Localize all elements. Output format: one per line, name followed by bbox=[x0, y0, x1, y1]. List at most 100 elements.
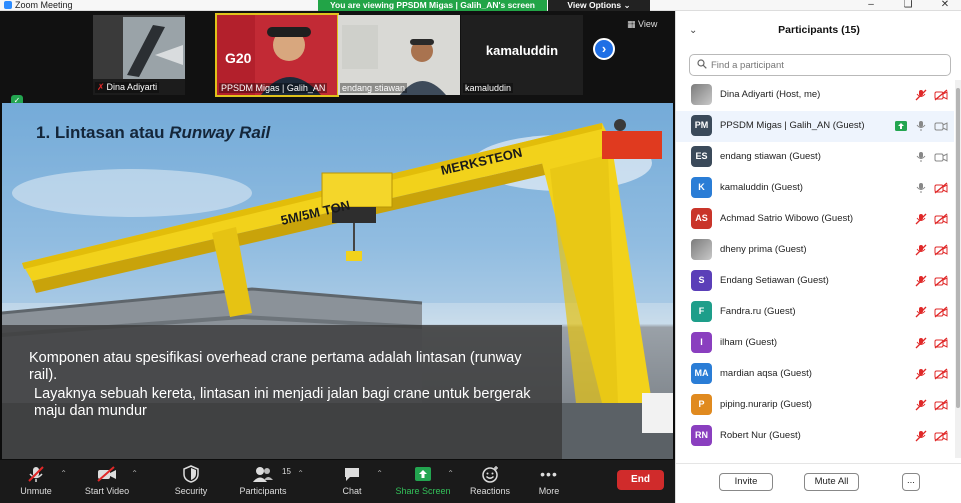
participant-row[interactable]: Dina Adiyarti (Host, me) bbox=[676, 80, 954, 111]
close-button[interactable]: ✕ bbox=[930, 0, 960, 11]
thumbnail-name: kamaluddin bbox=[463, 83, 514, 93]
participant-status-icons bbox=[914, 398, 948, 412]
share-banner: You are viewing PPSDM Migas | Galih_AN's… bbox=[318, 0, 547, 11]
minimize-button[interactable]: – bbox=[856, 0, 886, 11]
participant-list-scrollbar[interactable] bbox=[955, 80, 961, 458]
video-thumbnail[interactable]: endang stiawan bbox=[338, 15, 460, 95]
end-meeting-button[interactable]: End bbox=[617, 470, 664, 490]
security-button[interactable]: Security bbox=[156, 463, 226, 496]
mic-icon bbox=[916, 121, 926, 131]
chevron-up-icon[interactable]: ⌃ bbox=[447, 469, 454, 478]
mic-icon bbox=[916, 183, 926, 193]
share-screen-button[interactable]: Share Screen ⌃ bbox=[388, 463, 458, 496]
participant-status-icons bbox=[914, 274, 948, 288]
participant-row[interactable]: Iilham (Guest) bbox=[676, 328, 954, 359]
meeting-toolbar: Unmute ⌃ Start Video ⌃ Security Particip… bbox=[0, 460, 675, 503]
slide-caption-box: Komponen atau spesifikasi overhead crane… bbox=[2, 325, 562, 459]
participant-row[interactable]: ES endang stiawan (Guest) bbox=[676, 142, 954, 173]
participant-name: kamaluddin (Guest) bbox=[720, 182, 803, 193]
share-screen-label: Share Screen bbox=[395, 486, 451, 496]
participants-icon bbox=[253, 467, 273, 482]
participant-row[interactable]: Ppiping.nurarip (Guest) bbox=[676, 390, 954, 421]
video-icon bbox=[934, 122, 948, 131]
participant-row[interactable]: dheny prima (Guest) bbox=[676, 235, 954, 266]
avatar: RN bbox=[691, 425, 712, 446]
avatar: I bbox=[691, 332, 712, 353]
video-off-icon bbox=[934, 244, 948, 256]
more-button[interactable]: ••• More bbox=[514, 463, 584, 496]
start-video-button[interactable]: Start Video ⌃ bbox=[72, 463, 142, 496]
scrollbar-thumb[interactable] bbox=[956, 88, 960, 408]
muted-mic-icon bbox=[915, 430, 927, 442]
participant-row[interactable]: RN Robert Nur (Guest) bbox=[676, 421, 954, 452]
participant-status-icons bbox=[914, 336, 948, 350]
shared-screen-slide: 5M/5M TON MERKSTEON 1. Lintasan atau Run… bbox=[2, 103, 673, 459]
participant-row[interactable]: AS Achmad Satrio Wibowo (Guest) bbox=[676, 204, 954, 235]
participant-name: Robert Nur (Guest) bbox=[720, 430, 801, 441]
chat-label: Chat bbox=[342, 486, 362, 496]
more-dots-icon: ••• bbox=[540, 466, 558, 482]
thumbnail-name: endang stiawan bbox=[340, 83, 408, 93]
participant-status-icons bbox=[914, 88, 948, 102]
video-thumbnail-active-speaker[interactable]: G20 PPSDM Migas | Galih_AN bbox=[215, 13, 339, 97]
muted-mic-icon bbox=[915, 368, 927, 380]
reaction-smiley-icon bbox=[482, 466, 498, 483]
participant-row[interactable]: MA mardian aqsa (Guest) bbox=[676, 359, 954, 390]
muted-mic-icon bbox=[915, 306, 927, 318]
video-area: ✗ Dina Adiyarti G20 PPSDM Migas | Galih_A… bbox=[0, 11, 675, 460]
video-thumbnail[interactable]: kamaluddin kamaluddin bbox=[461, 15, 583, 95]
view-button[interactable]: ▦ View bbox=[627, 19, 657, 30]
chat-button[interactable]: Chat ⌃ bbox=[317, 463, 387, 496]
view-options-button[interactable]: View Options ⌄ bbox=[548, 0, 650, 11]
chevron-up-icon[interactable]: ⌃ bbox=[60, 469, 67, 478]
participant-name: endang stiawan (Guest) bbox=[720, 151, 821, 162]
muted-mic-icon bbox=[28, 466, 44, 482]
participant-row[interactable]: PM PPSDM Migas | Galih_AN (Guest) bbox=[676, 111, 954, 142]
app-title: Zoom Meeting bbox=[4, 0, 73, 11]
participant-name: Dina Adiyarti (Host, me) bbox=[720, 89, 821, 100]
panel-title: Participants (15) bbox=[778, 24, 860, 36]
chevron-up-icon[interactable]: ⌃ bbox=[297, 469, 304, 478]
chevron-up-icon[interactable]: ⌃ bbox=[131, 469, 138, 478]
avatar: F bbox=[691, 301, 712, 322]
more-options-button[interactable]: ... bbox=[902, 473, 920, 491]
search-input[interactable] bbox=[711, 57, 941, 73]
participant-row[interactable]: Kkamaluddin (Guest) bbox=[676, 173, 954, 204]
chevron-up-icon[interactable]: ⌃ bbox=[376, 469, 383, 478]
participant-name: PPSDM Migas | Galih_AN (Guest) bbox=[720, 120, 865, 131]
shield-icon bbox=[183, 465, 199, 483]
video-off-icon bbox=[934, 275, 948, 287]
video-off-icon bbox=[934, 89, 948, 101]
caption-paragraph: Layaknya sebuah kereta, lintasan ini men… bbox=[34, 386, 531, 419]
invite-button[interactable]: Invite bbox=[719, 473, 773, 491]
thumbnail-name: ✗ Dina Adiyarti bbox=[95, 82, 160, 93]
participants-panel: ⌄ Participants (15) Dina Adiyarti (Host,… bbox=[675, 11, 961, 503]
participants-label: Participants bbox=[239, 486, 287, 496]
video-icon bbox=[934, 153, 948, 162]
participant-status-icons bbox=[914, 212, 948, 226]
participant-row[interactable]: S Endang Setiawan (Guest) bbox=[676, 266, 954, 297]
participants-button[interactable]: Participants 15 ⌃ bbox=[228, 463, 304, 496]
video-thumbnail[interactable]: ✗ Dina Adiyarti bbox=[93, 15, 185, 95]
svg-text:G20: G20 bbox=[225, 50, 252, 66]
muted-mic-icon bbox=[915, 399, 927, 411]
share-screen-icon bbox=[415, 467, 431, 481]
participant-name: Fandra.ru (Guest) bbox=[720, 306, 796, 317]
participant-row[interactable]: F Fandra.ru (Guest) bbox=[676, 297, 954, 328]
muted-mic-icon bbox=[915, 275, 927, 287]
unmute-label: Unmute bbox=[20, 486, 52, 496]
avatar bbox=[691, 84, 712, 105]
video-off-icon bbox=[934, 399, 948, 411]
participant-name: piping.nurarip (Guest) bbox=[720, 399, 812, 410]
maximize-button[interactable]: ❏ bbox=[893, 0, 923, 11]
unmute-button[interactable]: Unmute ⌃ bbox=[1, 463, 71, 496]
muted-mic-icon bbox=[915, 213, 927, 225]
participant-status-icons bbox=[914, 429, 948, 443]
mute-all-button[interactable]: Mute All bbox=[804, 473, 859, 491]
participants-count: 15 bbox=[282, 467, 291, 476]
panel-header: ⌄ Participants (15) bbox=[676, 11, 961, 51]
participant-search[interactable] bbox=[689, 54, 951, 76]
next-page-arrow-icon[interactable]: › bbox=[593, 38, 615, 60]
slide-title-text: 1. Lintasan atau bbox=[36, 123, 170, 142]
avatar: MA bbox=[691, 363, 712, 384]
